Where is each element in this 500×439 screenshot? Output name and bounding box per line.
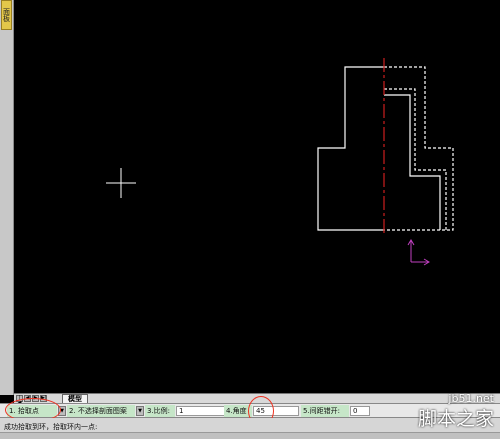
section-outline-dashed bbox=[384, 66, 454, 231]
gap-offset-label: 5.间距错开: bbox=[301, 405, 349, 417]
scale-label: 3.比例: bbox=[145, 405, 175, 417]
drawing-svg bbox=[106, 58, 454, 266]
angle-input[interactable]: 45 bbox=[253, 406, 299, 416]
hatch-pattern-option[interactable]: 2. 不选择剖面图案 bbox=[67, 405, 135, 417]
tab-next-button[interactable]: ▶ bbox=[32, 395, 39, 402]
option2-dropdown[interactable]: ▼ bbox=[136, 406, 144, 416]
ucs-icon bbox=[407, 239, 430, 266]
watermark-name: 脚本之家 bbox=[417, 408, 494, 430]
tab-prev-button[interactable]: ◀ bbox=[24, 395, 31, 402]
tab-last-button[interactable]: ▶| bbox=[40, 395, 47, 402]
crosshair-cursor bbox=[106, 168, 136, 198]
tab-first-button[interactable]: |◀ bbox=[16, 395, 23, 406]
side-panel-tab[interactable]: 面板 bbox=[1, 0, 12, 30]
status-scrollbar[interactable] bbox=[0, 432, 500, 439]
hatch-pattern-label: 2. 不选择剖面图案 bbox=[69, 407, 127, 415]
pick-point-option[interactable]: 1. 拾取点 bbox=[7, 405, 57, 417]
inner-profile-solid bbox=[384, 94, 441, 230]
drawing-canvas[interactable] bbox=[14, 0, 500, 393]
side-panel: 面板 bbox=[0, 0, 14, 395]
pick-point-label: 1. 拾取点 bbox=[9, 407, 39, 415]
gap-offset-input[interactable]: 0 bbox=[350, 406, 370, 416]
section-outline-solid bbox=[317, 66, 384, 231]
status-message: 成功拾取到环，拾取环内一点: bbox=[4, 423, 98, 431]
watermark: jb51.net 脚本之家 bbox=[418, 392, 494, 431]
inner-profile-dashed bbox=[384, 88, 447, 230]
angle-label: 4.角度 bbox=[224, 405, 252, 417]
option1-dropdown[interactable]: ▼ bbox=[58, 406, 66, 416]
